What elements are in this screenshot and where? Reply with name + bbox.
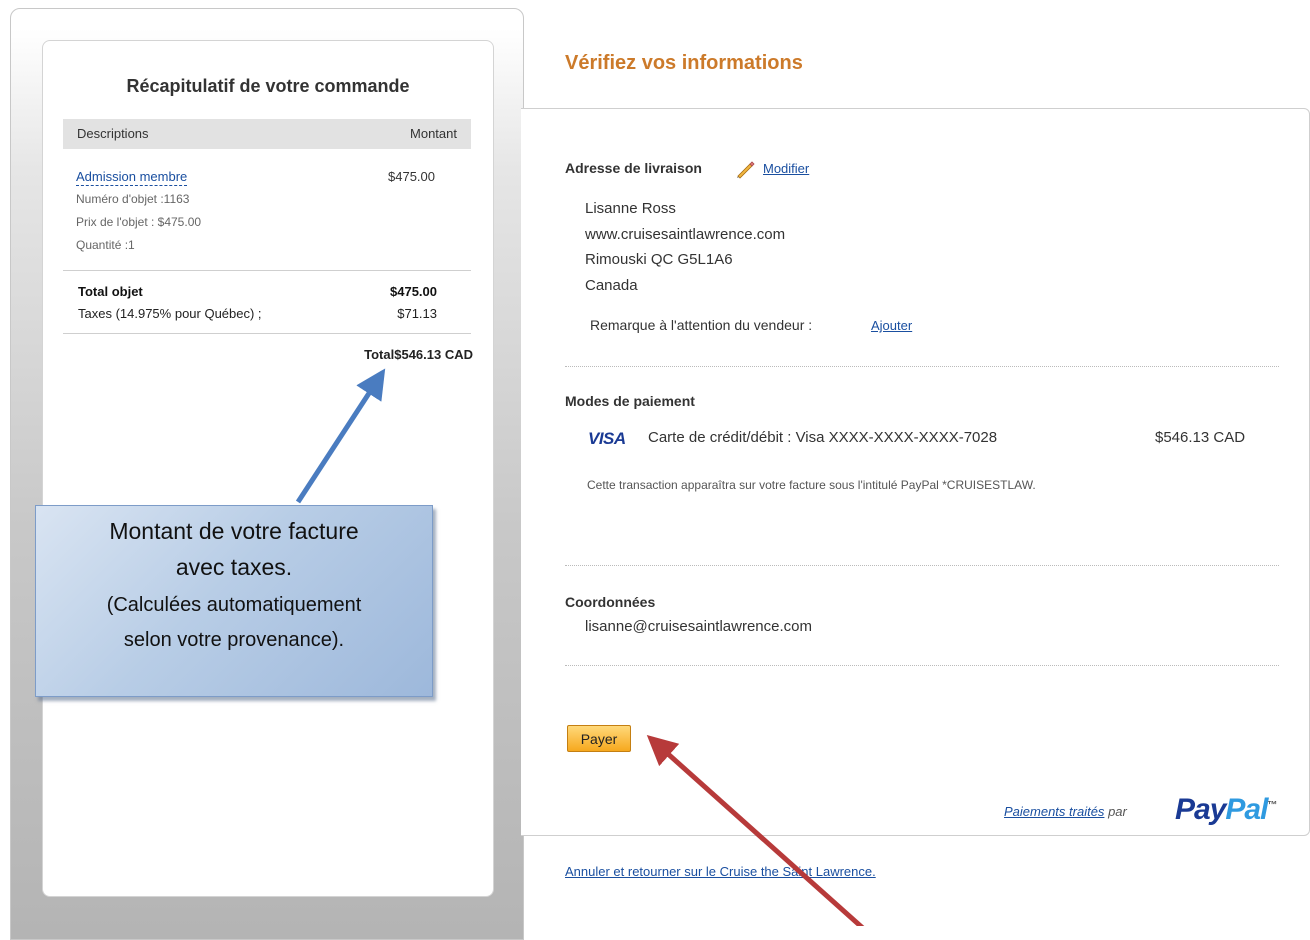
item-total-label: Total objet bbox=[78, 284, 143, 299]
callout-line-1: Montant de votre facture bbox=[109, 518, 359, 544]
summary-title: Récapitulatif de votre commande bbox=[126, 76, 410, 96]
col-amount: Montant bbox=[410, 126, 457, 141]
summary-table-header: Descriptions Montant bbox=[63, 119, 471, 149]
tax-value: $71.13 bbox=[397, 306, 437, 321]
item-total-value: $475.00 bbox=[390, 284, 437, 299]
page-title: Vérifiez vos informations bbox=[565, 52, 803, 74]
contact-heading: Coordonnées bbox=[565, 594, 656, 610]
item-name-link[interactable]: Admission membre bbox=[76, 169, 188, 186]
dotted-divider bbox=[565, 366, 1279, 367]
contact-email: lisanne@cruisesaintlawrence.com bbox=[585, 618, 812, 635]
payments-processed-by: Paiements traités par bbox=[1004, 804, 1127, 819]
paypal-logo: PayPal™ bbox=[1175, 793, 1277, 826]
item-number: Numéro d'objet :1163 bbox=[76, 192, 190, 206]
seller-note-label: Remarque à l'attention du vendeur : bbox=[590, 317, 813, 333]
item-quantity: Quantité :1 bbox=[76, 238, 135, 252]
tax-label: Taxes (14.975% pour Québec) ; bbox=[78, 306, 262, 321]
grand-total: Total$546.13 CAD bbox=[364, 347, 473, 362]
callout-line-4: selon votre provenance). bbox=[123, 629, 345, 651]
add-note-link[interactable]: Ajouter bbox=[871, 318, 912, 333]
divider bbox=[63, 270, 471, 271]
card-amount: $546.13 CAD bbox=[1155, 429, 1246, 446]
address-city: Rimouski QC G5L1A6 bbox=[585, 251, 733, 268]
address-name: Lisanne Ross bbox=[585, 200, 676, 217]
visa-icon: VISA bbox=[588, 429, 626, 448]
tax-callout-box: Montant de votre facture avec taxes. (Ca… bbox=[35, 505, 433, 697]
card-description: Carte de crédit/débit : Visa XXXX-XXXX-X… bbox=[648, 429, 998, 446]
shipping-heading: Adresse de livraison bbox=[565, 160, 702, 176]
pencil-icon bbox=[737, 161, 755, 179]
item-price: $475.00 bbox=[388, 169, 435, 184]
payment-heading: Modes de paiement bbox=[565, 393, 695, 409]
col-descriptions: Descriptions bbox=[77, 126, 149, 141]
item-unit-price: Prix de l'objet : $475.00 bbox=[76, 215, 202, 229]
cancel-return-link[interactable]: Annuler et retourner sur le Cruise the S… bbox=[565, 864, 876, 879]
callout-line-3: (Calculées automatiquement bbox=[106, 594, 362, 616]
pay-button[interactable]: Payer bbox=[567, 725, 631, 752]
dotted-divider bbox=[565, 665, 1279, 666]
review-card bbox=[521, 108, 1310, 836]
processed-by-text: par bbox=[1108, 804, 1127, 819]
transaction-note: Cette transaction apparaîtra sur votre f… bbox=[587, 478, 1036, 492]
payments-processed-link[interactable]: Paiements traités bbox=[1004, 804, 1104, 819]
dotted-divider bbox=[565, 565, 1279, 566]
order-summary-card: Récapitulatif de votre commande Descript… bbox=[42, 40, 494, 897]
modify-address-link[interactable]: Modifier bbox=[763, 161, 809, 176]
address-line-website: www.cruisesaintlawrence.com bbox=[585, 226, 786, 243]
callout-line-2: avec taxes. bbox=[175, 554, 293, 580]
address-country: Canada bbox=[585, 277, 638, 294]
divider bbox=[63, 333, 471, 334]
